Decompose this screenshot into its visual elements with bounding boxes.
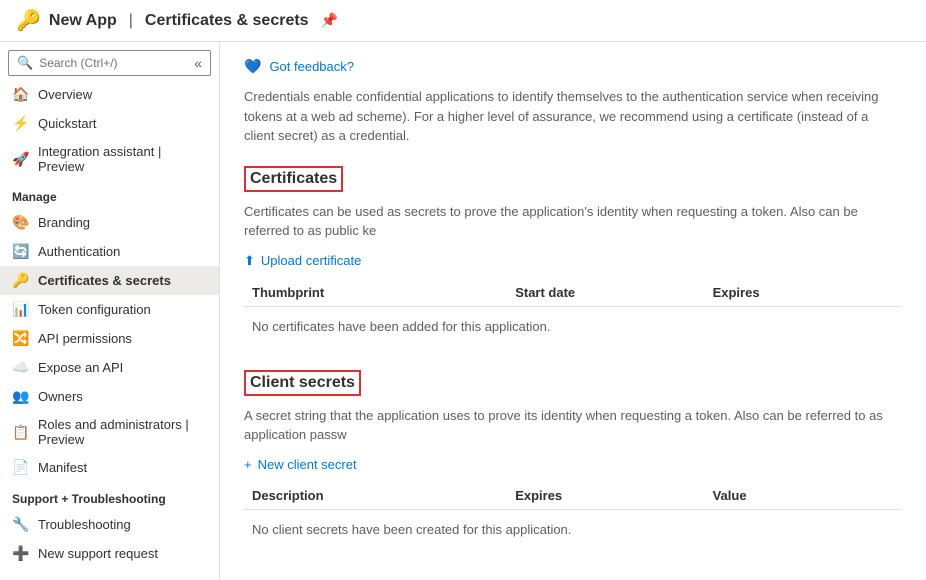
sidebar-item-owners[interactable]: 👥 Owners [0, 382, 219, 411]
manage-section-title: Manage [0, 180, 219, 208]
certificates-title: Certificates [244, 166, 343, 192]
new-client-secret-button[interactable]: + New client secret [244, 457, 357, 472]
new-secret-icon: + [244, 457, 252, 472]
sidebar-item-label: Certificates & secrets [38, 273, 171, 288]
certificates-desc: Certificates can be used as secrets to p… [244, 202, 902, 241]
content-area: 💙 Got feedback? Credentials enable confi… [220, 42, 926, 580]
sidebar-item-branding[interactable]: 🎨 Branding [0, 208, 219, 237]
page-title: Certificates & secrets [145, 12, 309, 30]
header-separator: | [129, 12, 133, 30]
upload-icon: ⬆ [244, 253, 255, 269]
troubleshooting-icon: 🔧 [12, 516, 30, 533]
sidebar-item-label: Manifest [38, 460, 87, 475]
sidebar-item-manifest[interactable]: 📄 Manifest [0, 453, 219, 482]
app-icon: 🔑 [16, 8, 41, 33]
sidebar-item-troubleshooting[interactable]: 🔧 Troubleshooting [0, 510, 219, 539]
overview-icon: 🏠 [12, 86, 30, 103]
sidebar-item-label: Overview [38, 87, 92, 102]
sidebar-item-label: Owners [38, 389, 83, 404]
main-layout: 🔍 « 🏠 Overview ⚡ Quickstart 🚀 Integratio… [0, 42, 926, 580]
sidebar-item-roles[interactable]: 📋 Roles and administrators | Preview [0, 411, 219, 453]
col-expires: Expires [705, 279, 902, 307]
search-input[interactable] [39, 56, 188, 70]
header: 🔑 New App | Certificates & secrets 📌 [0, 0, 926, 42]
col-description: Description [244, 482, 507, 510]
sidebar-item-quickstart[interactable]: ⚡ Quickstart [0, 109, 219, 138]
pin-icon[interactable]: 📌 [321, 12, 338, 29]
owners-icon: 👥 [12, 388, 30, 405]
client-secrets-desc: A secret string that the application use… [244, 406, 902, 445]
sidebar-item-label: Quickstart [38, 116, 97, 131]
quickstart-icon: ⚡ [12, 115, 30, 132]
col-startdate: Start date [507, 279, 704, 307]
client-secrets-empty-row: No client secrets have been created for … [244, 509, 902, 549]
feedback-text[interactable]: Got feedback? [269, 59, 354, 74]
search-box[interactable]: 🔍 « [8, 50, 211, 76]
sidebar: 🔍 « 🏠 Overview ⚡ Quickstart 🚀 Integratio… [0, 42, 220, 580]
sidebar-item-label: Troubleshooting [38, 517, 131, 532]
col-value: Value [705, 482, 902, 510]
certificates-table: Thumbprint Start date Expires No certifi… [244, 279, 902, 346]
sidebar-item-overview[interactable]: 🏠 Overview [0, 80, 219, 109]
col-exp: Expires [507, 482, 704, 510]
client-secrets-table: Description Expires Value No client secr… [244, 482, 902, 549]
sidebar-item-label: Roles and administrators | Preview [38, 417, 207, 447]
feedback-bar[interactable]: 💙 Got feedback? [244, 58, 902, 75]
sidebar-item-new-support[interactable]: ➕ New support request [0, 539, 219, 568]
authentication-icon: 🔄 [12, 243, 30, 260]
new-secret-label: New client secret [258, 457, 357, 472]
sidebar-item-label: Expose an API [38, 360, 123, 375]
roles-icon: 📋 [12, 424, 30, 441]
support-section-title: Support + Troubleshooting [0, 482, 219, 510]
client-secrets-section: Client secrets A secret string that the … [244, 370, 902, 549]
expose-api-icon: ☁️ [12, 359, 30, 376]
sidebar-item-label: Integration assistant | Preview [38, 144, 207, 174]
client-secrets-empty-message: No client secrets have been created for … [244, 509, 902, 549]
upload-label: Upload certificate [261, 253, 361, 268]
sidebar-item-api-permissions[interactable]: 🔀 API permissions [0, 324, 219, 353]
client-secrets-title: Client secrets [244, 370, 361, 396]
heart-icon: 💙 [244, 58, 261, 75]
collapse-icon[interactable]: « [194, 55, 202, 71]
certificates-section: Certificates Certificates can be used as… [244, 166, 902, 346]
sidebar-item-label: API permissions [38, 331, 132, 346]
sidebar-item-certificates[interactable]: 🔑 Certificates & secrets [0, 266, 219, 295]
sidebar-item-label: New support request [38, 546, 158, 561]
upload-certificate-button[interactable]: ⬆ Upload certificate [244, 253, 361, 269]
branding-icon: 🎨 [12, 214, 30, 231]
sidebar-item-token-config[interactable]: 📊 Token configuration [0, 295, 219, 324]
intro-text: Credentials enable confidential applicat… [244, 87, 902, 146]
token-icon: 📊 [12, 301, 30, 318]
certificates-empty-row: No certificates have been added for this… [244, 306, 902, 346]
sidebar-item-integration[interactable]: 🚀 Integration assistant | Preview [0, 138, 219, 180]
integration-icon: 🚀 [12, 151, 30, 168]
sidebar-item-authentication[interactable]: 🔄 Authentication [0, 237, 219, 266]
api-icon: 🔀 [12, 330, 30, 347]
sidebar-item-label: Branding [38, 215, 90, 230]
col-thumbprint: Thumbprint [244, 279, 507, 307]
sidebar-item-expose-api[interactable]: ☁️ Expose an API [0, 353, 219, 382]
sidebar-item-label: Token configuration [38, 302, 151, 317]
search-icon: 🔍 [17, 55, 33, 71]
new-support-icon: ➕ [12, 545, 30, 562]
app-name: New App [49, 12, 117, 30]
sidebar-item-label: Authentication [38, 244, 120, 259]
certificates-icon: 🔑 [12, 272, 30, 289]
manifest-icon: 📄 [12, 459, 30, 476]
certificates-empty-message: No certificates have been added for this… [244, 306, 902, 346]
